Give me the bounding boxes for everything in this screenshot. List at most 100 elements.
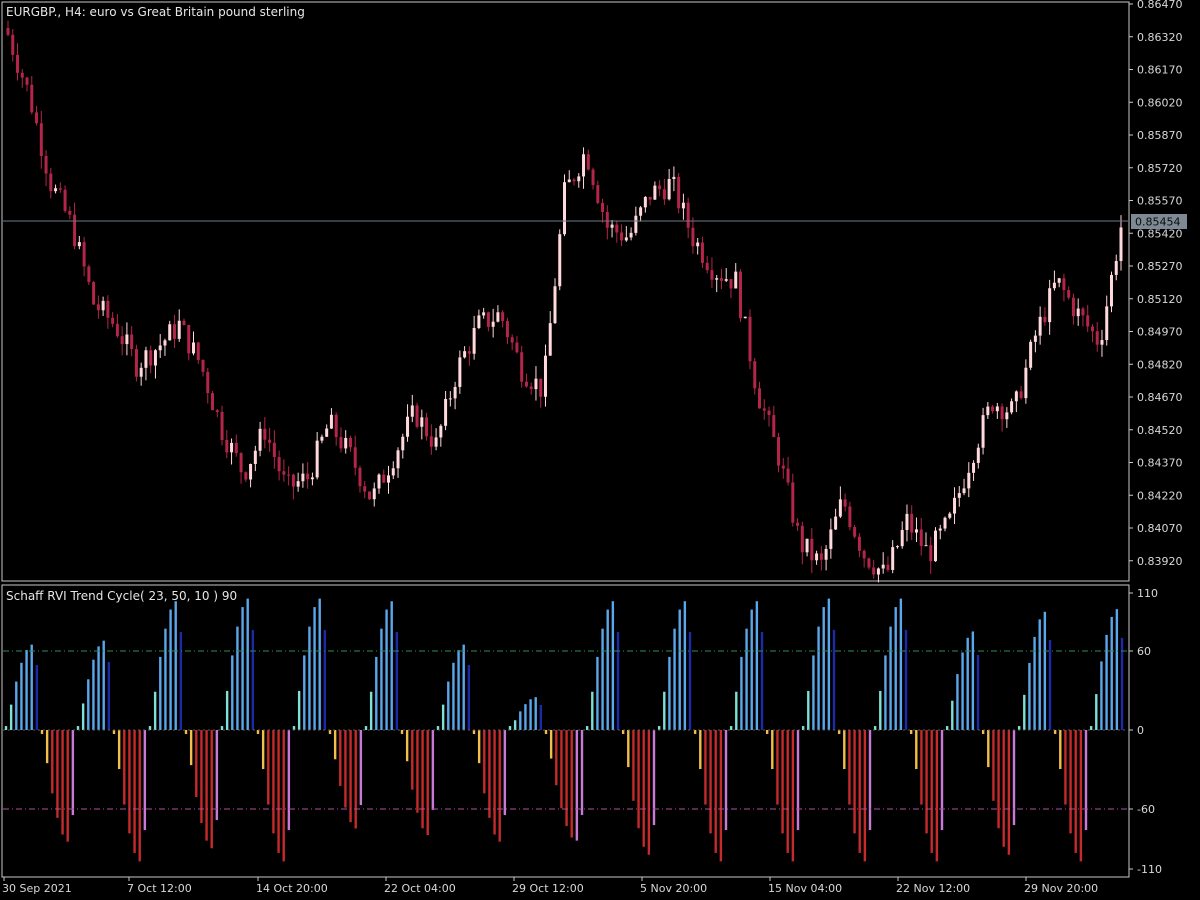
candle-body: [524, 381, 528, 387]
histogram-bar: [987, 730, 990, 768]
candle-body: [153, 350, 157, 366]
histogram-bar: [375, 656, 378, 730]
candle-body: [777, 437, 781, 466]
histogram-bar: [616, 631, 620, 730]
histogram-bar: [267, 730, 270, 805]
histogram-bar: [354, 730, 357, 829]
histogram-bar: [868, 730, 872, 831]
histogram-bar: [159, 656, 162, 730]
candle-body: [563, 182, 566, 235]
histogram-bar: [508, 726, 512, 730]
histogram-bar: [981, 730, 985, 734]
histogram-bar: [1023, 694, 1026, 730]
candle-body: [192, 342, 195, 354]
symbol-title: EURGBP., H4: euro vs Great Britain pound…: [6, 5, 305, 19]
candle-body: [477, 315, 481, 329]
histogram-bar: [1059, 730, 1062, 770]
candle-body: [87, 266, 91, 283]
histogram-bar: [601, 628, 604, 730]
histogram-bar: [673, 628, 676, 730]
candle-body: [829, 529, 833, 549]
candle-body: [800, 525, 804, 553]
candle-body: [1119, 227, 1123, 262]
candle-body: [881, 564, 885, 569]
trading-chart: 0.85454 0.864700.863200.861700.860200.85…: [0, 0, 1200, 900]
histogram-bar: [421, 730, 424, 829]
candle-body: [948, 513, 952, 518]
candle-body: [867, 558, 871, 568]
candle-body: [249, 463, 253, 480]
candle-body: [791, 482, 795, 523]
candle-body: [995, 406, 999, 412]
histogram-bar: [395, 631, 399, 730]
candle-body: [957, 493, 961, 498]
histogram-bar: [333, 730, 337, 760]
time-tick-label: 7 Oct 12:00: [127, 882, 192, 895]
histogram-bar: [529, 699, 532, 730]
histogram-bar: [30, 644, 33, 730]
candle-body: [919, 529, 923, 546]
candle-body: [605, 212, 609, 228]
candle-body: [401, 436, 405, 451]
histogram-bar: [827, 598, 831, 730]
histogram-bar: [873, 726, 877, 730]
time-tick-label: 15 Nov 04:00: [768, 882, 842, 895]
indicator-title: Schaff RVI Trend Cycle( 23, 50, 10 ) 90: [6, 589, 237, 603]
histogram-bar: [642, 730, 645, 847]
candle-body: [367, 491, 371, 500]
price-tick-label: 0.85270: [1137, 260, 1183, 273]
price-tick-label: 0.84220: [1137, 489, 1183, 502]
candle-body: [696, 242, 700, 247]
candle-body: [596, 185, 600, 203]
candle-body: [862, 550, 866, 559]
histogram-bar: [627, 730, 630, 768]
histogram-bar: [128, 730, 131, 834]
candle-body: [620, 232, 624, 241]
candle-body: [810, 538, 814, 561]
histogram-bar: [570, 730, 573, 838]
candle-body: [634, 215, 638, 233]
histogram-bar: [76, 726, 80, 730]
candle-body: [1067, 290, 1071, 298]
candle-body: [268, 439, 272, 443]
candle-body: [134, 349, 138, 377]
candle-body: [615, 224, 619, 233]
histogram-bar: [539, 704, 543, 730]
histogram-bar: [781, 730, 784, 834]
candle-body: [320, 436, 324, 441]
histogram-bar: [189, 730, 193, 766]
candle-body: [572, 179, 576, 182]
time-tick-label: 30 Sep 2021: [2, 882, 72, 895]
candle-body: [624, 237, 628, 241]
candle-body: [558, 234, 562, 287]
candle-body: [429, 436, 433, 447]
price-tick-label: 0.84070: [1137, 522, 1183, 535]
candle-body: [967, 472, 971, 489]
histogram-bar: [699, 730, 702, 770]
histogram-bar: [174, 601, 177, 730]
candle-body: [187, 325, 191, 354]
candle-body: [196, 342, 200, 361]
candle-body: [472, 328, 476, 354]
candle-body: [1038, 316, 1042, 336]
histogram-bar: [606, 609, 609, 730]
candle-body: [943, 517, 947, 529]
price-tick-label: 0.85420: [1137, 227, 1183, 240]
candle-body: [344, 437, 348, 449]
histogram-bar: [740, 656, 743, 730]
candle-body: [115, 323, 119, 337]
histogram-bar: [637, 730, 640, 829]
histogram-bar: [236, 626, 239, 730]
histogram-bar: [1038, 619, 1041, 730]
candle-body: [420, 417, 424, 427]
candle-body: [876, 568, 880, 575]
candle-body: [73, 214, 77, 247]
histogram-bar: [20, 662, 23, 730]
histogram-bar: [148, 726, 152, 730]
indicator-tick-label: 0: [1137, 724, 1144, 737]
histogram-bar: [205, 730, 208, 841]
candle-body: [1033, 335, 1037, 342]
histogram-bar: [133, 730, 136, 853]
candle-body: [39, 123, 43, 157]
histogram-bar: [632, 730, 635, 801]
